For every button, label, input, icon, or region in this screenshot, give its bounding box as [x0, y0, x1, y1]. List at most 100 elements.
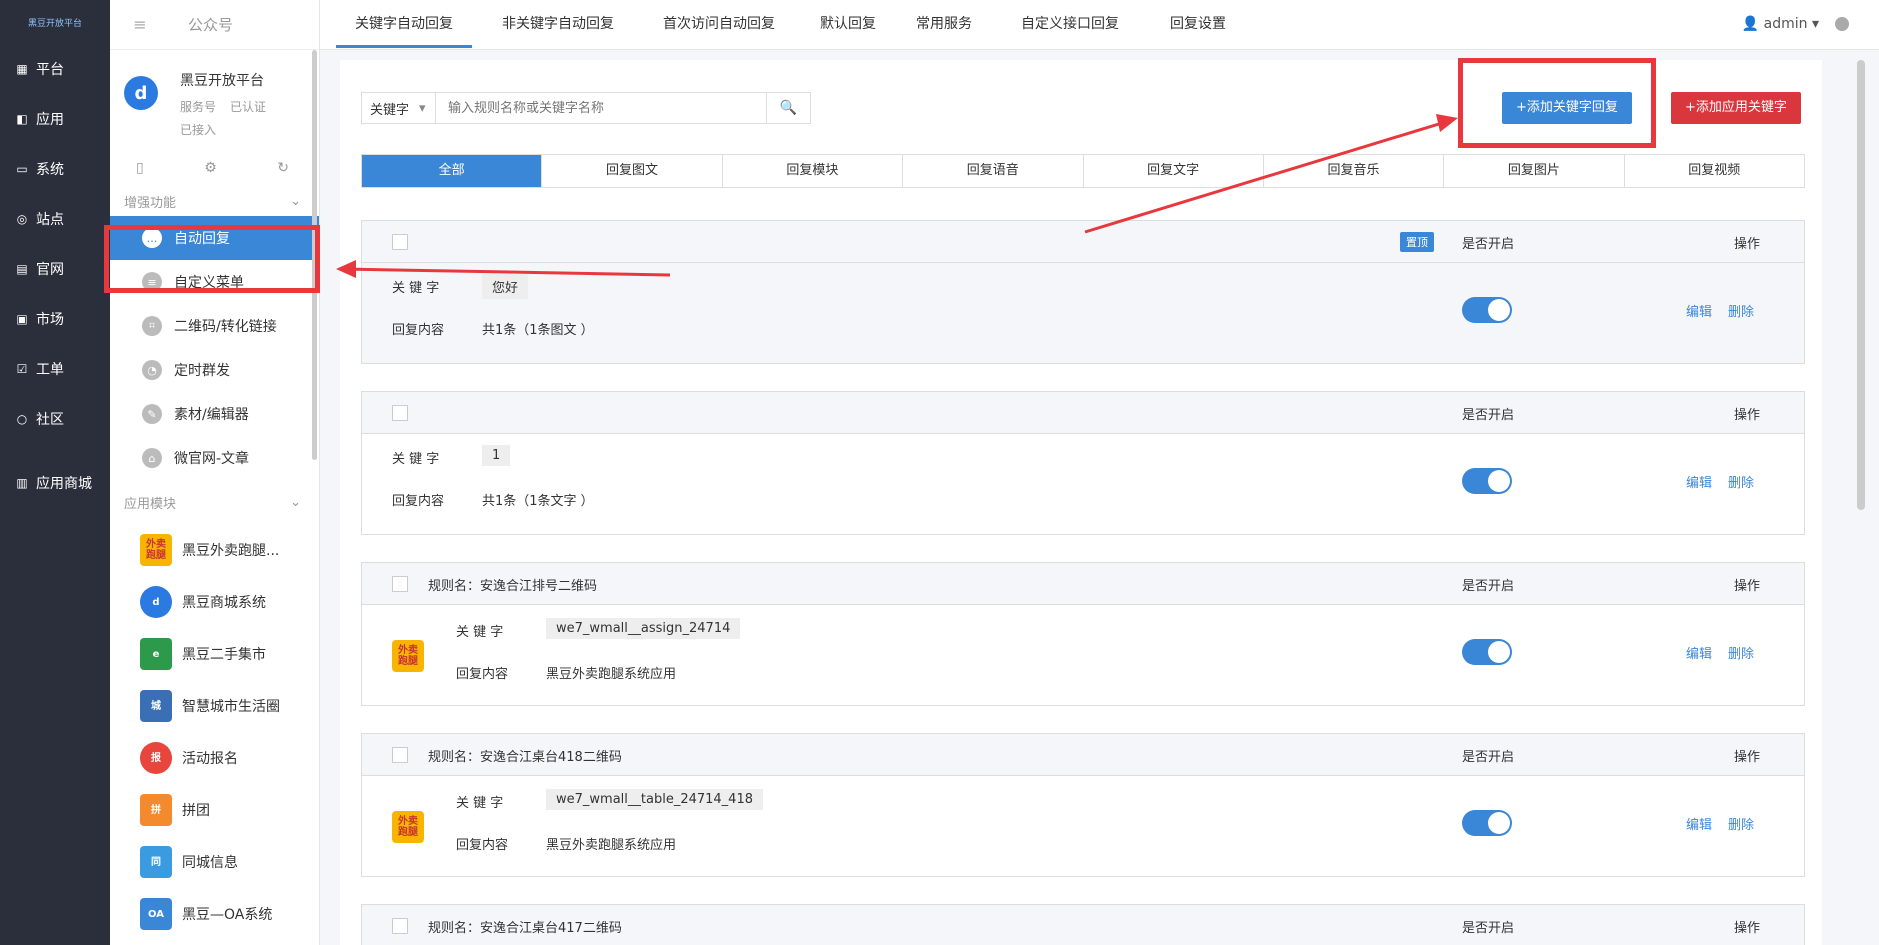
enable-toggle[interactable] — [1462, 297, 1512, 323]
delete-link[interactable]: 删除 — [1728, 472, 1754, 491]
app-item[interactable]: 报活动报名 — [110, 732, 319, 784]
keyword-label: 关 键 字 — [392, 452, 440, 467]
delete-link[interactable]: 删除 — [1728, 301, 1754, 320]
refresh-icon[interactable]: ↻ — [277, 160, 289, 176]
search-type-select[interactable]: 关键字 ▾ — [362, 93, 436, 123]
filter-tab-module[interactable]: 回复模块 — [723, 155, 904, 187]
keyword-tag: we7_wmall__table_24714_418 — [546, 789, 763, 810]
rule-checkbox[interactable] — [392, 747, 408, 763]
edit-link[interactable]: 编辑 — [1686, 643, 1712, 662]
filter-tab-video[interactable]: 回复视频 — [1625, 155, 1804, 187]
shop-icon: ▥ — [16, 476, 28, 490]
app-icon: 外卖 跑腿 — [392, 640, 424, 672]
delete-link[interactable]: 删除 — [1728, 814, 1754, 833]
enabled-header: 是否开启 — [1462, 237, 1515, 252]
tab-non-keyword-reply[interactable]: 非关键字自动回复 — [490, 0, 626, 48]
tab-reply-settings[interactable]: 回复设置 — [1150, 0, 1246, 48]
rule-checkbox[interactable] — [392, 918, 408, 934]
filter-tab-voice[interactable]: 回复语音 — [903, 155, 1084, 187]
rule-checkbox[interactable] — [392, 405, 408, 421]
filter-tab-image[interactable]: 回复图片 — [1444, 155, 1625, 187]
caret-down-icon: ▾ — [419, 100, 426, 116]
filter-tab-all[interactable]: 全部 — [362, 155, 543, 187]
search-bar: 关键字▾ 🔍 — [361, 92, 811, 124]
enable-toggle[interactable] — [1462, 468, 1512, 494]
content-label: 回复内容 — [392, 323, 445, 338]
rule-name: 规则名：安逸合江桌台418二维码 — [428, 750, 622, 765]
account-avatar: d — [124, 76, 158, 110]
edit-link[interactable]: 编辑 — [1686, 472, 1712, 491]
nav-item-app-store[interactable]: ▥ 应用商城 — [0, 458, 110, 508]
nav-item-ticket[interactable]: ☑ 工单 — [0, 344, 110, 394]
logo[interactable]: 黑豆开放平台 — [0, 0, 110, 44]
rule-checkbox[interactable] — [392, 234, 408, 250]
nav-item-site[interactable]: ◎ 站点 — [0, 194, 110, 244]
app-item[interactable]: OA 黑豆—OA系统 — [110, 888, 319, 940]
nav-item-market[interactable]: ▣ 市场 — [0, 294, 110, 344]
tab-first-visit-reply[interactable]: 首次访问自动回复 — [644, 0, 794, 48]
app-item[interactable]: 外卖 跑腿 黑豆外卖跑腿... — [110, 524, 319, 576]
search-input[interactable] — [436, 93, 766, 123]
rule-name: 规则名：安逸合江排号二维码 — [428, 579, 598, 594]
main-scrollbar[interactable] — [1857, 60, 1865, 510]
store-icon: ▣ — [16, 312, 28, 326]
sidebar-item-material[interactable]: ✎ 素材/编辑器 — [110, 392, 319, 436]
home-icon: ⌂ — [142, 448, 162, 468]
sidebar-item-scheduled[interactable]: ◔ 定时群发 — [110, 348, 319, 392]
nav-item-system[interactable]: ▭ 系统 — [0, 144, 110, 194]
enable-toggle[interactable] — [1462, 639, 1512, 665]
app-item[interactable]: 拼拼团 — [110, 784, 319, 836]
hamburger-icon[interactable]: ≡ — [124, 15, 156, 34]
app-item[interactable]: 同同城信息 — [110, 836, 319, 888]
left-nav: 黑豆开放平台 ▦ 平台 ◧ 应用 ▭ 系统 ◎ 站点 ▤ 官网 ▣ 市场 ☑ 工单 ○ 社区 ▥… — [0, 0, 110, 945]
rule-checkbox[interactable] — [392, 576, 408, 592]
app-icon: OA — [140, 898, 172, 930]
rule-card: 规则名：安逸合江桌台417二维码 是否开启 操作 — [361, 904, 1805, 945]
add-keyword-reply-button[interactable]: +添加关键字回复 — [1502, 92, 1632, 124]
sidebar-item-qrcode[interactable]: ⌗ 二维码/转化链接 — [110, 304, 319, 348]
sidebar-scrollbar[interactable] — [312, 50, 317, 460]
app-item[interactable]: 城智慧城市生活圈 — [110, 680, 319, 732]
section-app-modules: 应用模块 — [124, 496, 177, 512]
chevron-down-icon[interactable]: ⌄ — [290, 194, 301, 209]
app-item[interactable]: e 黑豆二手集市 — [110, 628, 319, 680]
mobile-icon[interactable]: ▯ — [136, 160, 144, 176]
comment-icon: ○ — [16, 412, 28, 426]
app-icon: 拼 — [140, 794, 172, 826]
tab-custom-api-reply[interactable]: 自定义接口回复 — [1002, 0, 1138, 48]
user-menu[interactable]: 👤 admin ▾ — [1742, 16, 1819, 32]
clock-icon: ◔ — [142, 360, 162, 380]
nav-item-platform[interactable]: ▦ 平台 — [0, 44, 110, 94]
box-icon: ◧ — [16, 112, 28, 126]
sidebar-item-auto-reply[interactable]: … 自动回复 — [110, 216, 319, 260]
edit-link[interactable]: 编辑 — [1686, 814, 1712, 833]
sidebar-item-microsite[interactable]: ⌂ 微官网-文章 — [110, 436, 319, 480]
add-app-keyword-button[interactable]: +添加应用关键字 — [1671, 92, 1801, 124]
content-label: 回复内容 — [392, 494, 445, 509]
tab-common-services[interactable]: 常用服务 — [904, 0, 984, 48]
tab-default-reply[interactable]: 默认回复 — [808, 0, 888, 48]
app-icon: d — [140, 586, 172, 618]
nav-item-community[interactable]: ○ 社区 — [0, 394, 110, 444]
nav-item-apps[interactable]: ◧ 应用 — [0, 94, 110, 144]
account-name: 黑豆开放平台 — [180, 73, 264, 89]
document-icon: ▤ — [16, 262, 28, 276]
app-item[interactable]: d 黑豆商城系统 — [110, 576, 319, 628]
delete-link[interactable]: 删除 — [1728, 643, 1754, 662]
tab-keyword-reply[interactable]: 关键字自动回复 — [336, 0, 472, 48]
nav-item-website[interactable]: ▤ 官网 — [0, 244, 110, 294]
gear-icon[interactable]: ⚙ — [204, 160, 217, 176]
rule-card: 规则名：安逸合江排号二维码 是否开启 操作 外卖 跑腿 关 键 字 we7_wma… — [361, 562, 1805, 706]
edit-link[interactable]: 编辑 — [1686, 301, 1712, 320]
account-status: 已接入 — [180, 123, 217, 137]
filter-tab-text[interactable]: 回复文字 — [1084, 155, 1264, 187]
app-icon: e — [140, 638, 172, 670]
sidebar-item-custom-menu[interactable]: ≡ 自定义菜单 — [110, 260, 319, 304]
filter-tab-music[interactable]: 回复音乐 — [1264, 155, 1445, 187]
enable-toggle[interactable] — [1462, 810, 1512, 836]
notification-icon[interactable] — [1835, 17, 1849, 31]
rule-card: 置顶 是否开启 操作 关 键 字 您好 回复内容 共1条（1条图文 ） 编辑 删… — [361, 220, 1805, 364]
filter-tab-news[interactable]: 回复图文 — [542, 155, 723, 187]
chevron-down-icon[interactable]: ⌄ — [290, 495, 301, 510]
search-icon[interactable]: 🔍 — [766, 93, 810, 123]
